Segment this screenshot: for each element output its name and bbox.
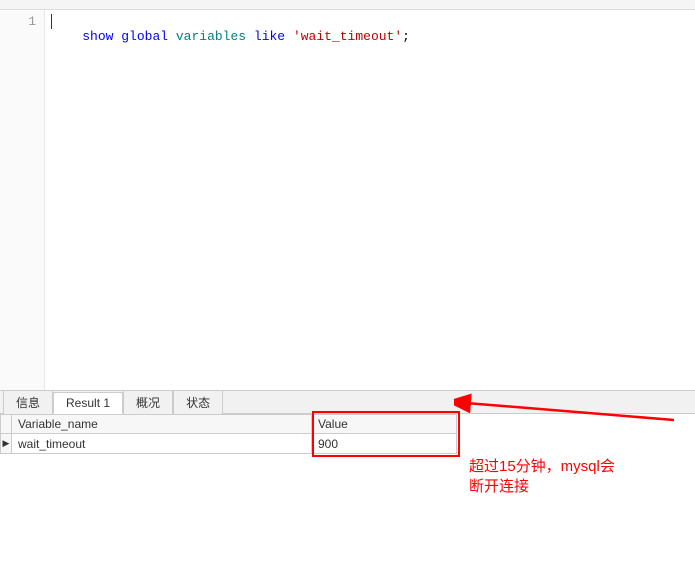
- cell-variable-name: wait_timeout: [12, 434, 312, 454]
- toolbar-fragment: [0, 0, 695, 10]
- table-row[interactable]: ▶ wait_timeout 900: [0, 434, 695, 454]
- annotation-text: 超过15分钟，mysql会 断开连接: [469, 457, 615, 497]
- keyword-global: global: [121, 29, 168, 44]
- column-header-variable-name[interactable]: Variable_name: [12, 414, 312, 434]
- tab-status[interactable]: 状态: [173, 390, 223, 414]
- text-cursor: [51, 14, 52, 29]
- code-content[interactable]: show global variables like 'wait_timeout…: [45, 10, 695, 390]
- row-selector-current[interactable]: ▶: [0, 434, 12, 454]
- keyword-show: show: [82, 29, 113, 44]
- tab-info[interactable]: 信息: [3, 390, 53, 414]
- line-number: 1: [4, 14, 36, 29]
- result-tabs-bar: 信息 Result 1 概况 状态: [0, 390, 695, 414]
- semicolon: ;: [402, 29, 410, 44]
- annotation-text-line2: 断开连接: [469, 477, 615, 497]
- line-number-gutter: 1: [0, 10, 45, 390]
- grid-header-row: Variable_name Value: [0, 414, 695, 434]
- keyword-variables: variables: [176, 29, 246, 44]
- sql-editor[interactable]: 1 show global variables like 'wait_timeo…: [0, 10, 695, 390]
- string-literal: 'wait_timeout': [293, 29, 402, 44]
- annotation-text-line1: 超过15分钟，mysql会: [469, 457, 615, 477]
- cell-value: 900: [312, 434, 457, 454]
- results-grid: Variable_name Value ▶ wait_timeout 900: [0, 414, 695, 454]
- keyword-like: like: [254, 29, 285, 44]
- tab-result-1[interactable]: Result 1: [53, 392, 123, 414]
- column-header-value[interactable]: Value: [312, 414, 457, 434]
- tab-profile[interactable]: 概况: [123, 390, 173, 414]
- row-selector-header[interactable]: [0, 414, 12, 434]
